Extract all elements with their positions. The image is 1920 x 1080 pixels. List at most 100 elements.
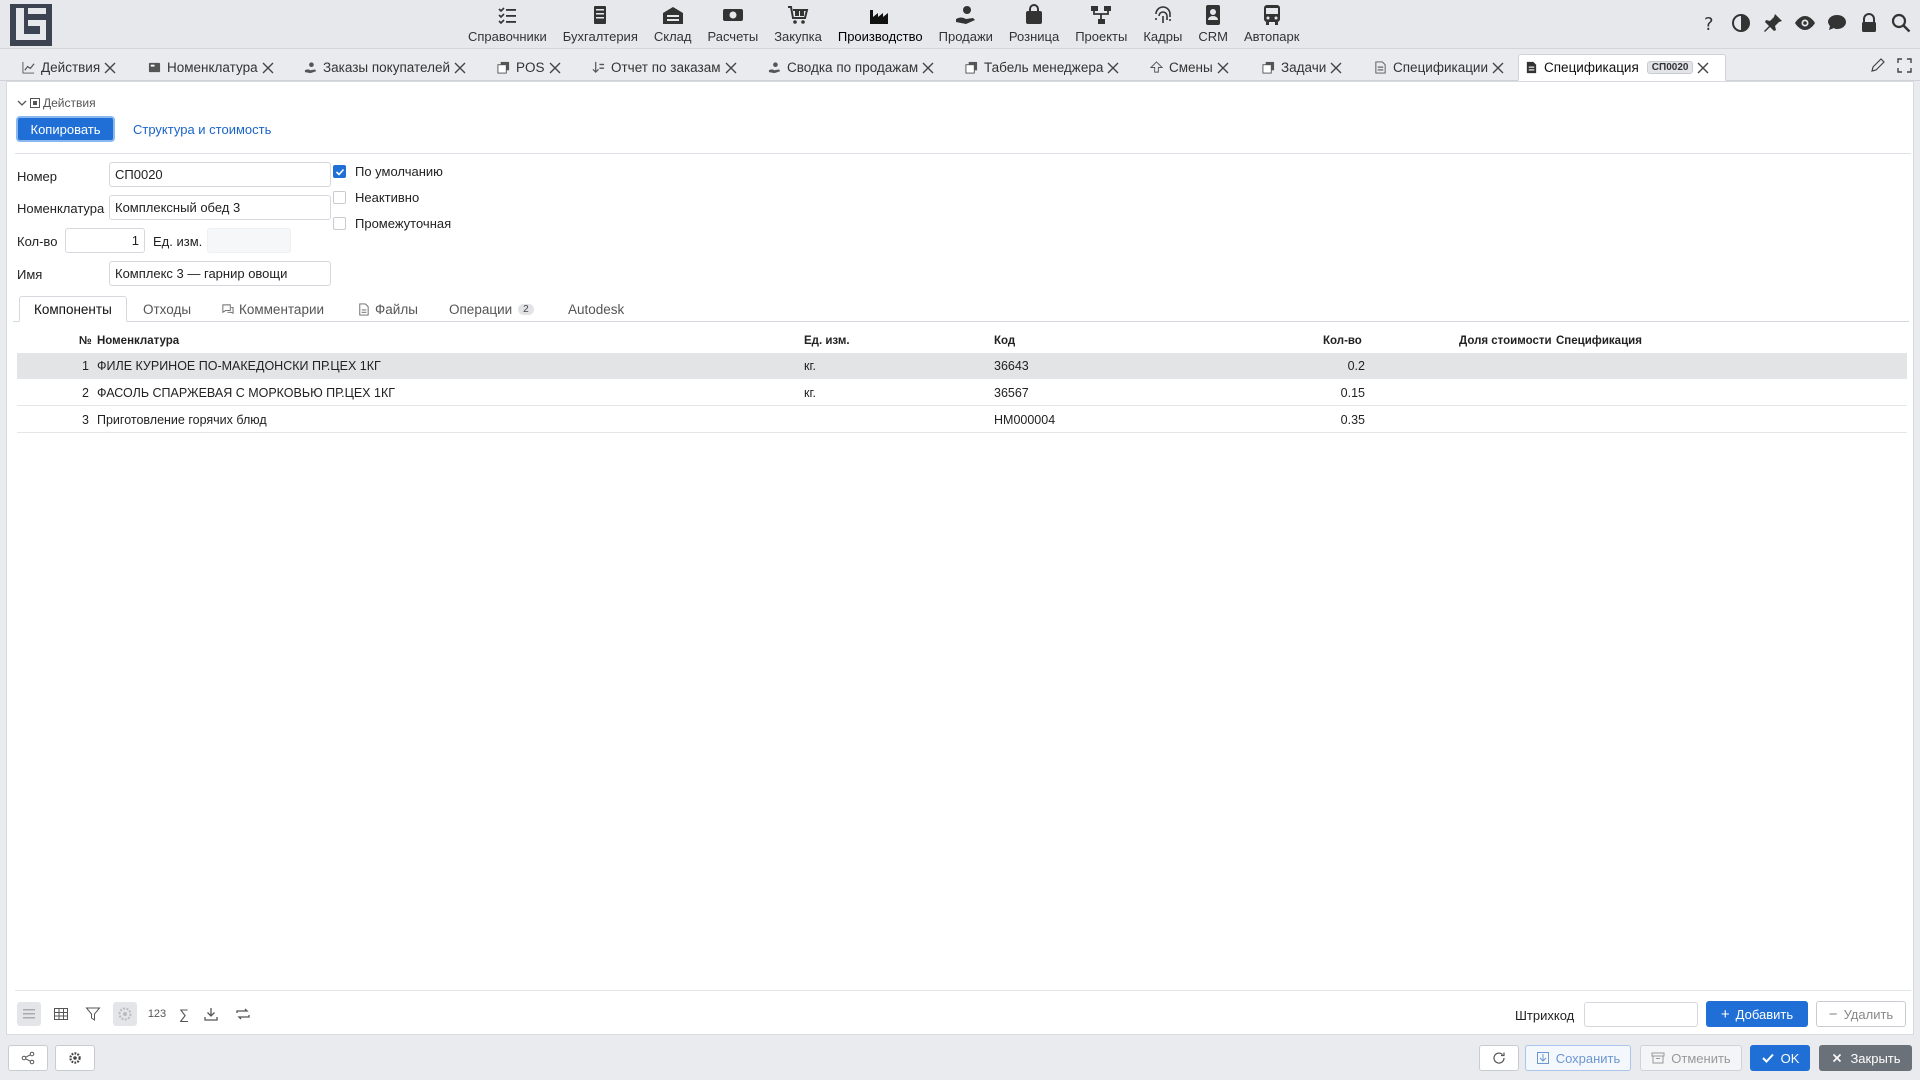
nav-item-hr[interactable]: Кадры <box>1135 0 1190 49</box>
main-menu: Справочники Бухгалтерия Склад Расчеты За… <box>460 0 1307 49</box>
share-button[interactable] <box>8 1045 48 1071</box>
tab-specifications[interactable]: Спецификации <box>1368 54 1510 81</box>
nomenclature-input[interactable]: Комплексный обед 3 <box>109 195 331 220</box>
tab-label: Операции <box>449 301 513 317</box>
qty-input[interactable]: 1 <box>65 228 145 253</box>
add-button[interactable]: + Добавить <box>1706 1001 1808 1027</box>
search-icon[interactable] <box>1890 12 1912 34</box>
tab-customer-orders[interactable]: Заказы покупателей <box>298 54 472 81</box>
nav-item-directories[interactable]: Справочники <box>460 0 555 49</box>
edit-pencil-icon[interactable] <box>1870 58 1885 73</box>
download-button[interactable] <box>199 1002 223 1026</box>
tab-pos[interactable]: POS <box>491 54 567 81</box>
inactive-checkbox[interactable]: Неактивно <box>333 190 419 205</box>
column-unit[interactable]: Ед. изм. <box>804 330 850 352</box>
nav-item-retail[interactable]: Розница <box>1001 0 1067 49</box>
structure-cost-link[interactable]: Структура и стоимость <box>133 122 271 137</box>
close-tab-icon[interactable] <box>1217 62 1229 74</box>
nav-item-purchase[interactable]: Закупка <box>766 0 830 49</box>
archive-icon <box>1651 1052 1665 1064</box>
tab-operations[interactable]: Операции 2 <box>435 296 548 322</box>
close-tab-icon[interactable] <box>104 62 116 74</box>
tab-comments[interactable]: Комментарии <box>207 296 338 322</box>
app-logo[interactable] <box>10 4 52 46</box>
number-input[interactable]: СП0020 <box>109 162 331 187</box>
ok-button[interactable]: OK <box>1750 1045 1810 1071</box>
close-tab-icon[interactable] <box>262 62 274 74</box>
list-view-button[interactable] <box>17 1002 41 1026</box>
tab-specification-active[interactable]: Спецификация СП0020 <box>1518 54 1726 81</box>
checkbox-unchecked[interactable] <box>333 191 346 204</box>
column-nomenclature[interactable]: Номенклатура <box>97 330 179 352</box>
close-tab-icon[interactable] <box>454 62 466 74</box>
nav-item-sales[interactable]: Продажи <box>931 0 1001 49</box>
eye-icon[interactable] <box>1794 12 1816 34</box>
column-qty[interactable]: Кол-во <box>1323 330 1362 352</box>
help-icon[interactable]: ? <box>1698 12 1720 34</box>
chat-icon[interactable] <box>1826 12 1848 34</box>
actions-toggle[interactable]: Действия <box>17 96 96 110</box>
sum-button[interactable]: ∑ <box>177 1002 191 1026</box>
column-spec[interactable]: Спецификация <box>1556 330 1642 352</box>
close-tab-icon[interactable] <box>1107 62 1119 74</box>
unit-input[interactable] <box>207 228 291 253</box>
column-code[interactable]: Код <box>994 330 1015 352</box>
copy-button[interactable]: Копировать <box>16 116 115 142</box>
tab-components[interactable]: Компоненты <box>19 296 127 322</box>
settings-button[interactable] <box>55 1045 95 1071</box>
table-row[interactable]: 2 ФАСОЛЬ СПАРЖЕВАЯ С МОРКОВЬЮ ПР.ЦЕХ 1КГ… <box>17 380 1907 406</box>
table-row[interactable]: 1 ФИЛЕ КУРИНОЕ ПО-МАКЕДОНСКИ ПР.ЦЕХ 1КГ … <box>17 353 1907 379</box>
column-cost-share[interactable]: Доля стоимости <box>1459 330 1552 352</box>
intermediate-checkbox[interactable]: Промежуточная <box>333 216 451 231</box>
lock-icon[interactable] <box>1858 12 1880 34</box>
nav-item-accounting[interactable]: Бухгалтерия <box>555 0 646 49</box>
tab-orders-report[interactable]: Отчет по заказам <box>586 54 743 81</box>
name-input[interactable]: Комплекс 3 — гарнир овощи <box>109 261 331 286</box>
refresh-table-button[interactable] <box>231 1002 255 1026</box>
pin-icon[interactable] <box>1762 12 1784 34</box>
close-tab-icon[interactable] <box>1492 62 1504 74</box>
delete-button[interactable]: − Удалить <box>1816 1001 1906 1027</box>
nav-item-projects[interactable]: Проекты <box>1067 0 1135 49</box>
settings-tool-button[interactable] <box>113 1002 137 1026</box>
tab-actions[interactable]: Действия <box>16 54 122 81</box>
fullscreen-icon[interactable] <box>1897 58 1912 73</box>
tab-waste[interactable]: Отходы <box>129 296 205 322</box>
close-tab-icon[interactable] <box>922 62 934 74</box>
tab-tasks[interactable]: Задачи <box>1256 54 1348 81</box>
cancel-button[interactable]: Отменить <box>1640 1045 1742 1071</box>
save-button[interactable]: Сохранить <box>1525 1045 1631 1071</box>
column-num[interactable]: № <box>79 330 92 352</box>
tab-sales-summary[interactable]: Сводка по продажам <box>762 54 940 81</box>
operations-count-badge: 2 <box>518 303 534 315</box>
document-tab-strip: Действия Номенклатура Заказы покупателей… <box>0 50 1920 81</box>
nav-item-warehouse[interactable]: Склад <box>646 0 700 49</box>
checkbox-checked[interactable] <box>333 165 346 178</box>
close-tab-icon[interactable] <box>1697 62 1709 74</box>
checkbox-unchecked[interactable] <box>333 217 346 230</box>
contrast-icon[interactable] <box>1730 12 1752 34</box>
nav-item-production[interactable]: Производство <box>830 0 931 49</box>
tab-autodesk[interactable]: Autodesk <box>554 296 638 322</box>
reload-button[interactable] <box>1479 1045 1519 1071</box>
tab-shifts[interactable]: Смены <box>1144 54 1235 81</box>
tab-nomenclature[interactable]: Номенклатура <box>142 54 280 81</box>
table-row[interactable]: 3 Приготовление горячих блюд НМ000004 0.… <box>17 407 1907 433</box>
tab-manager-timesheet[interactable]: Табель менеджера <box>959 54 1125 81</box>
filter-button[interactable] <box>81 1002 105 1026</box>
nav-item-settlements[interactable]: Расчеты <box>699 0 766 49</box>
default-checkbox[interactable]: По умолчанию <box>333 164 443 179</box>
row-nomenclature: Приготовление горячих блюд <box>97 413 267 427</box>
nav-item-crm[interactable]: CRM <box>1190 0 1236 49</box>
tab-files[interactable]: Файлы <box>343 296 432 322</box>
row-count-button[interactable]: 123 <box>145 1002 169 1026</box>
document-icon <box>1526 61 1537 74</box>
close-tab-icon[interactable] <box>725 62 737 74</box>
close-tab-icon[interactable] <box>549 62 561 74</box>
shift-icon <box>1150 61 1163 73</box>
barcode-input[interactable] <box>1584 1002 1698 1027</box>
nav-item-fleet[interactable]: Автопарк <box>1236 0 1308 49</box>
grid-view-button[interactable] <box>49 1002 73 1026</box>
close-button[interactable]: Закрыть <box>1819 1045 1912 1071</box>
close-tab-icon[interactable] <box>1330 62 1342 74</box>
